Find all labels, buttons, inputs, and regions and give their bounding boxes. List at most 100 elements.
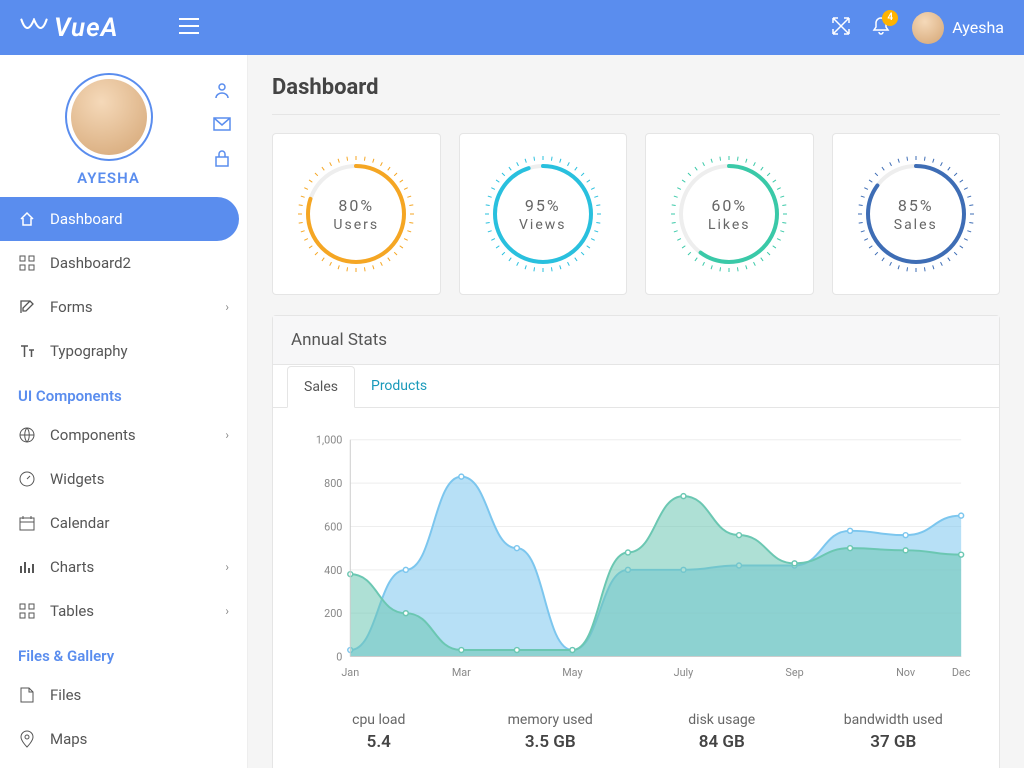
tab-sales[interactable]: Sales <box>287 366 355 408</box>
svg-text:0: 0 <box>336 650 342 663</box>
nav-label: Calendar <box>50 514 110 532</box>
footer-stat: cpu load 5.4 <box>293 712 465 752</box>
menu-toggle-button[interactable] <box>179 18 199 38</box>
chart-icon <box>18 558 36 576</box>
profile-avatar[interactable] <box>65 73 153 161</box>
footer-stat-value: 84 GB <box>636 732 808 752</box>
footer-stat-value: 37 GB <box>808 732 980 752</box>
notifications-button[interactable]: 4 <box>872 16 890 40</box>
nav-charts[interactable]: Charts › <box>0 545 247 589</box>
tab-products[interactable]: Products <box>355 366 443 408</box>
chevron-right-icon: › <box>225 428 229 442</box>
nav-label: Dashboard <box>50 210 123 228</box>
avatar-icon <box>912 12 944 44</box>
gauge-icon <box>18 470 36 488</box>
edit-icon <box>18 298 36 316</box>
nav-dashboard2[interactable]: Dashboard2 <box>0 241 247 285</box>
expand-icon <box>832 17 850 35</box>
stat-card-sales: 85% Sales <box>832 133 1001 295</box>
nav-widgets[interactable]: Widgets <box>0 457 247 501</box>
stat-card-users: 80% Users <box>272 133 441 295</box>
nav-label: Maps <box>50 730 87 748</box>
notification-badge: 4 <box>882 10 898 26</box>
svg-text:Sep: Sep <box>785 666 803 679</box>
brand-logo[interactable]: VueA <box>20 13 119 43</box>
stat-cards-row: 80% Users 95% Views 60% <box>272 133 1000 295</box>
svg-text:May: May <box>562 666 582 679</box>
nav-components[interactable]: Components › <box>0 413 247 457</box>
footer-stat-value: 5.4 <box>293 732 465 752</box>
svg-text:Mar: Mar <box>452 666 471 679</box>
footer-stat-label: disk usage <box>636 712 808 728</box>
stat-card-views: 95% Views <box>459 133 628 295</box>
topbar-right: 4 Ayesha <box>832 12 1004 44</box>
nav-label: Typography <box>50 342 128 360</box>
user-name: Ayesha <box>952 18 1004 37</box>
footer-stat: bandwidth used 37 GB <box>808 712 980 752</box>
nav-label: Files <box>50 686 81 704</box>
nav-maps[interactable]: Maps <box>0 717 247 761</box>
nav-tables[interactable]: Tables › <box>0 589 247 633</box>
nav-typography[interactable]: Typography <box>0 329 247 373</box>
page-title: Dashboard <box>272 75 1000 115</box>
sidebar: AYESHA Dashboard Dashboard2 Forms › <box>0 55 248 768</box>
profile-user-icon[interactable] <box>213 81 231 99</box>
svg-text:200: 200 <box>324 607 342 620</box>
panel-title: Annual Stats <box>273 316 999 365</box>
nav-label: Tables <box>50 602 94 620</box>
svg-text:800: 800 <box>324 477 342 490</box>
svg-text:Jan: Jan <box>341 666 359 679</box>
nav-files-item[interactable]: Files <box>0 673 247 717</box>
area-chart: 02004006008001,000JanMarMayJulySepNovDec <box>301 428 971 688</box>
calendar-icon <box>18 514 36 532</box>
nav-calendar[interactable]: Calendar <box>0 501 247 545</box>
gauge-percent: 85% <box>898 196 934 215</box>
nav-files: Files Maps <box>0 673 247 761</box>
brand-text: VueA <box>54 13 119 43</box>
footer-stat-label: cpu load <box>293 712 465 728</box>
nav-label: Dashboard2 <box>50 254 131 272</box>
nav-label: Components <box>50 426 136 444</box>
profile-name: AYESHA <box>77 169 140 187</box>
chart-footer: cpu load 5.4 memory used 3.5 GB disk usa… <box>273 702 999 768</box>
gauge-percent: 95% <box>525 196 561 215</box>
topbar: VueA 4 Ayesha <box>0 0 1024 55</box>
chart-area: 02004006008001,000JanMarMayJulySepNovDec <box>273 408 999 702</box>
stat-card-likes: 60% Likes <box>645 133 814 295</box>
tabs: Sales Products <box>273 365 999 408</box>
svg-text:400: 400 <box>324 564 342 577</box>
profile-block: AYESHA <box>0 55 247 197</box>
chevron-right-icon: › <box>225 560 229 574</box>
fullscreen-button[interactable] <box>832 17 850 39</box>
type-icon <box>18 342 36 360</box>
table-icon <box>18 602 36 620</box>
nav-label: Charts <box>50 558 94 576</box>
profile-mail-icon[interactable] <box>213 115 231 133</box>
gauge-label: Views <box>519 217 567 233</box>
svg-text:600: 600 <box>324 520 342 533</box>
footer-stat: memory used 3.5 GB <box>465 712 637 752</box>
svg-text:Dec: Dec <box>952 666 971 679</box>
nav-forms[interactable]: Forms › <box>0 285 247 329</box>
footer-stat-label: bandwidth used <box>808 712 980 728</box>
nav-main: Dashboard Dashboard2 Forms › Typography <box>0 197 247 373</box>
pin-icon <box>18 730 36 748</box>
profile-lock-icon[interactable] <box>213 149 231 167</box>
hamburger-icon <box>179 18 199 34</box>
grid-icon <box>18 254 36 272</box>
gauge-label: Likes <box>708 217 751 233</box>
nav-ui: Components › Widgets Calendar Charts › T… <box>0 413 247 633</box>
main-content: Dashboard 80% Users 95% Views <box>248 55 1024 768</box>
chevron-right-icon: › <box>225 300 229 314</box>
footer-stat-value: 3.5 GB <box>465 732 637 752</box>
home-icon <box>18 210 36 228</box>
footer-stat-label: memory used <box>465 712 637 728</box>
gauge-label: Sales <box>894 217 938 233</box>
nav-dashboard[interactable]: Dashboard <box>0 197 239 241</box>
gauge-percent: 80% <box>338 196 374 215</box>
user-menu[interactable]: Ayesha <box>912 12 1004 44</box>
svg-text:July: July <box>674 666 694 679</box>
nav-heading-files: Files & Gallery <box>0 633 247 673</box>
annual-stats-panel: Annual Stats Sales Products 0 200 400 600 80… <box>272 315 1000 768</box>
nav-label: Forms <box>50 298 93 316</box>
